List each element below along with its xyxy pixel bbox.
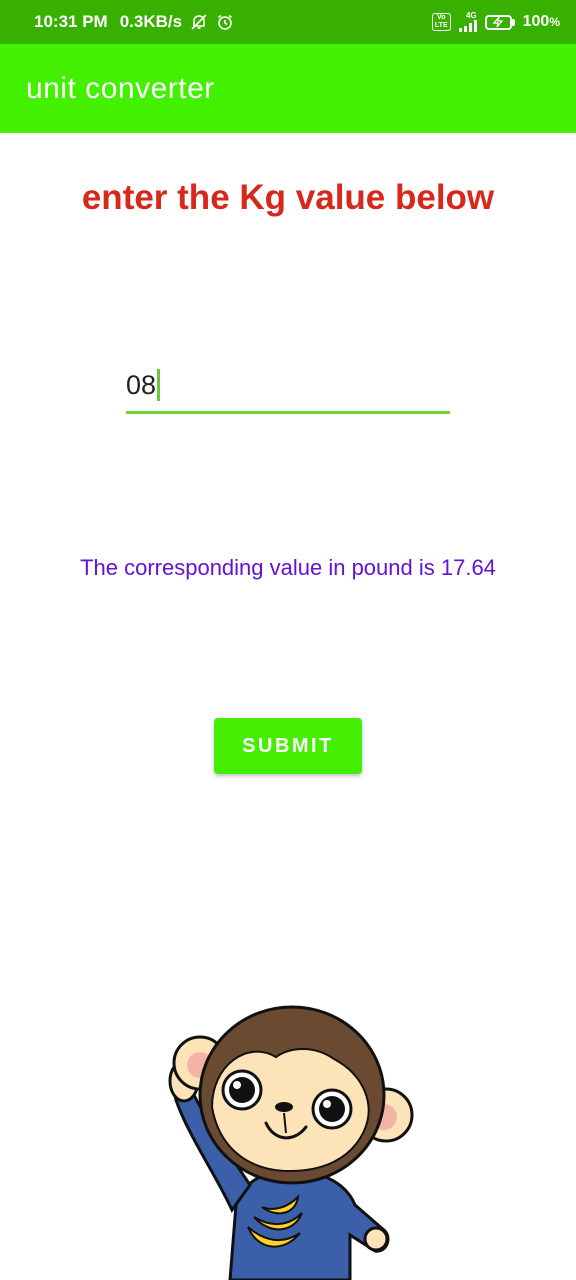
status-bar-left: 10:31 PM 0.3KB/s xyxy=(34,12,234,32)
monkey-illustration xyxy=(168,1005,414,1280)
kg-input-value[interactable]: 08 xyxy=(126,368,161,401)
network-type: 4G xyxy=(465,11,477,20)
app-bar: unit converter xyxy=(0,44,576,133)
muted-bell-icon xyxy=(190,13,208,31)
pound-result-text: The corresponding value in pound is 17.6… xyxy=(80,555,496,580)
kg-input-field[interactable]: 08 xyxy=(126,364,450,414)
text-cursor xyxy=(157,368,161,401)
battery-percent: 100% xyxy=(522,13,560,30)
submit-button[interactable]: SUBMIT xyxy=(214,718,362,774)
network-speed: 0.3KB/s xyxy=(119,12,183,31)
submit-button-label: SUBMIT xyxy=(242,734,334,757)
status-bar-right: Vo LTE 4G 100% xyxy=(431,11,560,32)
volte-icon: Vo LTE xyxy=(431,13,451,31)
alarm-icon xyxy=(216,13,234,31)
battery-charging-icon xyxy=(484,14,515,30)
status-bar: 10:31 PM 0.3KB/s Vo LTE 4G 100% xyxy=(0,0,576,44)
status-time: 10:31 PM xyxy=(34,12,108,31)
instruction-heading: enter the Kg value below xyxy=(81,178,495,217)
signal-4g-icon: 4G xyxy=(458,11,477,32)
app-title: unit converter xyxy=(26,71,215,105)
